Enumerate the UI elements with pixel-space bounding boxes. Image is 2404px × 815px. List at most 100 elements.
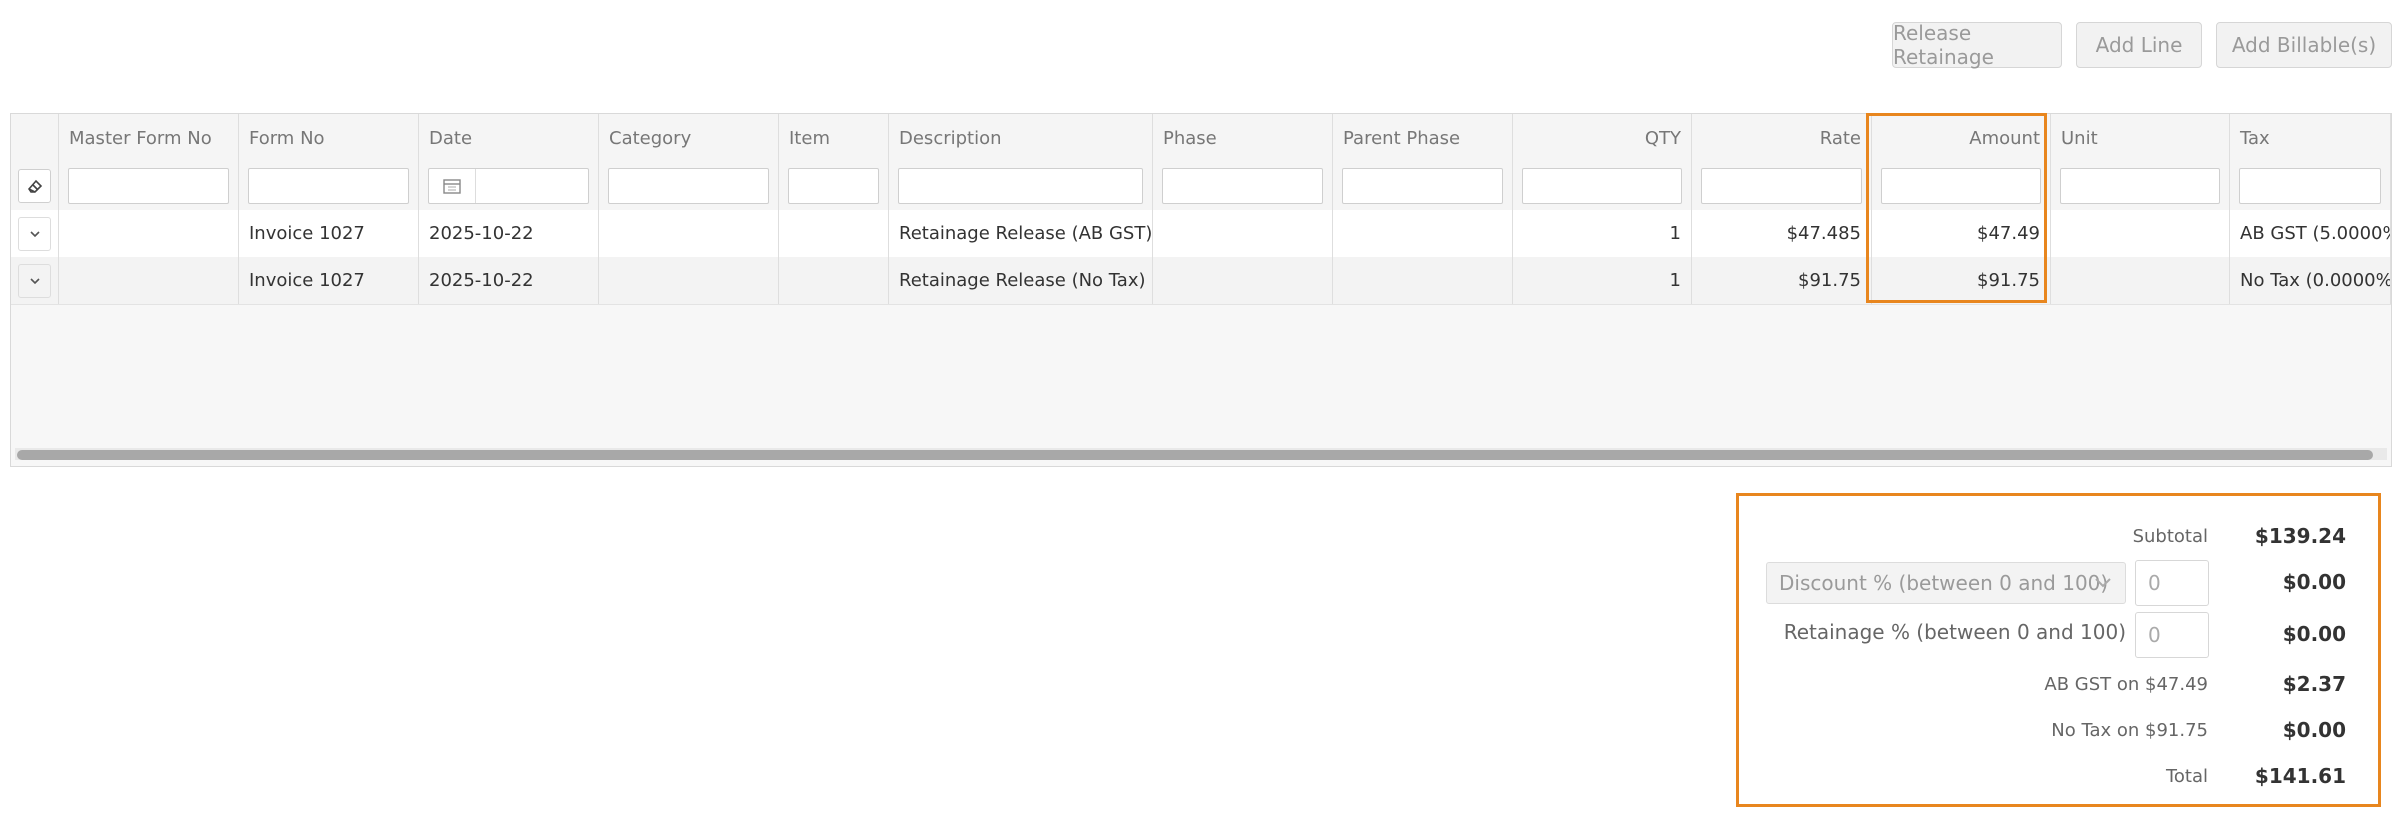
line-items-grid: Master Form No Form No Date Category Ite…: [10, 113, 2392, 467]
release-retainage-button[interactable]: Release Retainage: [1892, 21, 2062, 69]
filter-form-no-cell: [239, 162, 419, 210]
tax-row-no-tax: No Tax on $91.75 $0.00: [1739, 710, 2378, 750]
filter-parent-phase-input[interactable]: [1342, 168, 1503, 204]
filter-qty-cell: [1513, 162, 1692, 210]
eraser-icon: [27, 179, 42, 193]
column-header-master-form-no[interactable]: Master Form No: [59, 114, 239, 162]
discount-amount: $0.00: [2282, 570, 2346, 594]
totals-summary-panel: Subtotal $139.24 Discount % (between 0 a…: [1736, 493, 2381, 807]
grid-filter-row: [11, 162, 2391, 211]
filter-category-cell: [599, 162, 779, 210]
cell-qty: 1: [1513, 257, 1692, 304]
tax-row-ab-gst: AB GST on $47.49 $2.37: [1739, 664, 2378, 704]
filter-rate-input[interactable]: [1701, 168, 1862, 204]
filter-description-input[interactable]: [898, 168, 1143, 204]
retainage-row: $0.00: [1739, 614, 2378, 654]
filter-description-cell: [889, 162, 1153, 210]
table-row[interactable]: Invoice 1027 2025-10-22 Retainage Releas…: [11, 210, 2391, 258]
filter-phase-cell: [1153, 162, 1333, 210]
tax-no-tax-amount: $0.00: [2282, 718, 2346, 742]
cell-date: 2025-10-22: [419, 210, 599, 257]
cell-description: Retainage Release (AB GST): [889, 210, 1153, 257]
filter-master-form-no-input[interactable]: [68, 168, 229, 204]
add-line-button[interactable]: Add Line: [2076, 22, 2202, 68]
row-expand-button[interactable]: [18, 216, 51, 251]
column-header-item[interactable]: Item: [779, 114, 889, 162]
cell-unit: [2051, 210, 2230, 257]
cell-rate: $47.485: [1692, 210, 1872, 257]
filter-item-cell: [779, 162, 889, 210]
total-row: Total $141.61: [1739, 756, 2378, 796]
filter-clear-cell: [11, 162, 59, 210]
horizontal-scrollbar[interactable]: [15, 448, 2387, 460]
column-header-category[interactable]: Category: [599, 114, 779, 162]
column-header-rate[interactable]: Rate: [1692, 114, 1872, 162]
add-billables-button[interactable]: Add Billable(s): [2216, 22, 2392, 68]
filter-master-form-no-cell: [59, 162, 239, 210]
cell-parent-phase: [1333, 210, 1513, 257]
grid-header: Master Form No Form No Date Category Ite…: [11, 114, 2391, 163]
cell-amount: $47.49: [1872, 210, 2051, 257]
filter-unit-input[interactable]: [2060, 168, 2220, 204]
table-row[interactable]: Invoice 1027 2025-10-22 Retainage Releas…: [11, 257, 2391, 305]
toolbar: Release Retainage Add Line Add Billable(…: [1892, 21, 2392, 69]
cell-item: [779, 210, 889, 257]
filter-date-input[interactable]: [428, 168, 589, 204]
column-header-unit[interactable]: Unit: [2051, 114, 2230, 162]
cell-category: [599, 210, 779, 257]
cell-rate: $91.75: [1692, 257, 1872, 304]
cell-form-no: Invoice 1027: [239, 257, 419, 304]
cell-parent-phase: [1333, 257, 1513, 304]
column-header-description[interactable]: Description: [889, 114, 1153, 162]
filter-unit-cell: [2051, 162, 2230, 210]
clear-filters-button[interactable]: [18, 169, 51, 203]
discount-row: $0.00: [1739, 562, 2378, 602]
total-label: Total: [2165, 766, 2208, 787]
column-header-tax[interactable]: Tax: [2230, 114, 2391, 162]
filter-amount-cell: [1872, 162, 2051, 210]
filter-item-input[interactable]: [788, 168, 879, 204]
date-picker-button[interactable]: [429, 169, 476, 203]
cell-category: [599, 257, 779, 304]
filter-parent-phase-cell: [1333, 162, 1513, 210]
filter-amount-input[interactable]: [1881, 168, 2041, 204]
filter-category-input[interactable]: [608, 168, 769, 204]
cell-item: [779, 257, 889, 304]
retainage-amount: $0.00: [2282, 622, 2346, 646]
filter-qty-input[interactable]: [1522, 168, 1682, 204]
cell-tax: AB GST (5.0000%): [2230, 210, 2391, 257]
column-header-amount[interactable]: Amount: [1872, 114, 2051, 162]
column-header-parent-phase[interactable]: Parent Phase: [1333, 114, 1513, 162]
cell-unit: [2051, 257, 2230, 304]
row-expand-cell: [11, 210, 59, 257]
column-header-form-no[interactable]: Form No: [239, 114, 419, 162]
filter-rate-cell: [1692, 162, 1872, 210]
column-header-phase[interactable]: Phase: [1153, 114, 1333, 162]
tax-no-tax-label: No Tax on $91.75: [2051, 720, 2208, 741]
chevron-down-icon: [29, 277, 40, 284]
cell-tax: No Tax (0.0000%): [2230, 257, 2391, 304]
header-spacer: [11, 114, 59, 162]
column-header-qty[interactable]: QTY: [1513, 114, 1692, 162]
cell-amount: $91.75: [1872, 257, 2051, 304]
cell-master-form-no: [59, 210, 239, 257]
filter-tax-cell: [2230, 162, 2391, 210]
cell-form-no: Invoice 1027: [239, 210, 419, 257]
filter-tax-input[interactable]: [2239, 168, 2381, 204]
cell-phase: [1153, 210, 1333, 257]
calendar-icon: [443, 179, 461, 194]
subtotal-value: $139.24: [2254, 524, 2346, 548]
filter-form-no-input[interactable]: [248, 168, 409, 204]
cell-qty: 1: [1513, 210, 1692, 257]
cell-phase: [1153, 257, 1333, 304]
row-expand-cell: [11, 257, 59, 304]
cell-description: Retainage Release (No Tax): [889, 257, 1153, 304]
subtotal-label: Subtotal: [2132, 526, 2208, 547]
scrollbar-thumb[interactable]: [17, 450, 2373, 460]
filter-phase-input[interactable]: [1162, 168, 1323, 204]
row-expand-button[interactable]: [18, 263, 51, 298]
column-header-date[interactable]: Date: [419, 114, 599, 162]
filter-date-cell: [419, 162, 599, 210]
cell-date: 2025-10-22: [419, 257, 599, 304]
tax-ab-gst-amount: $2.37: [2282, 672, 2346, 696]
